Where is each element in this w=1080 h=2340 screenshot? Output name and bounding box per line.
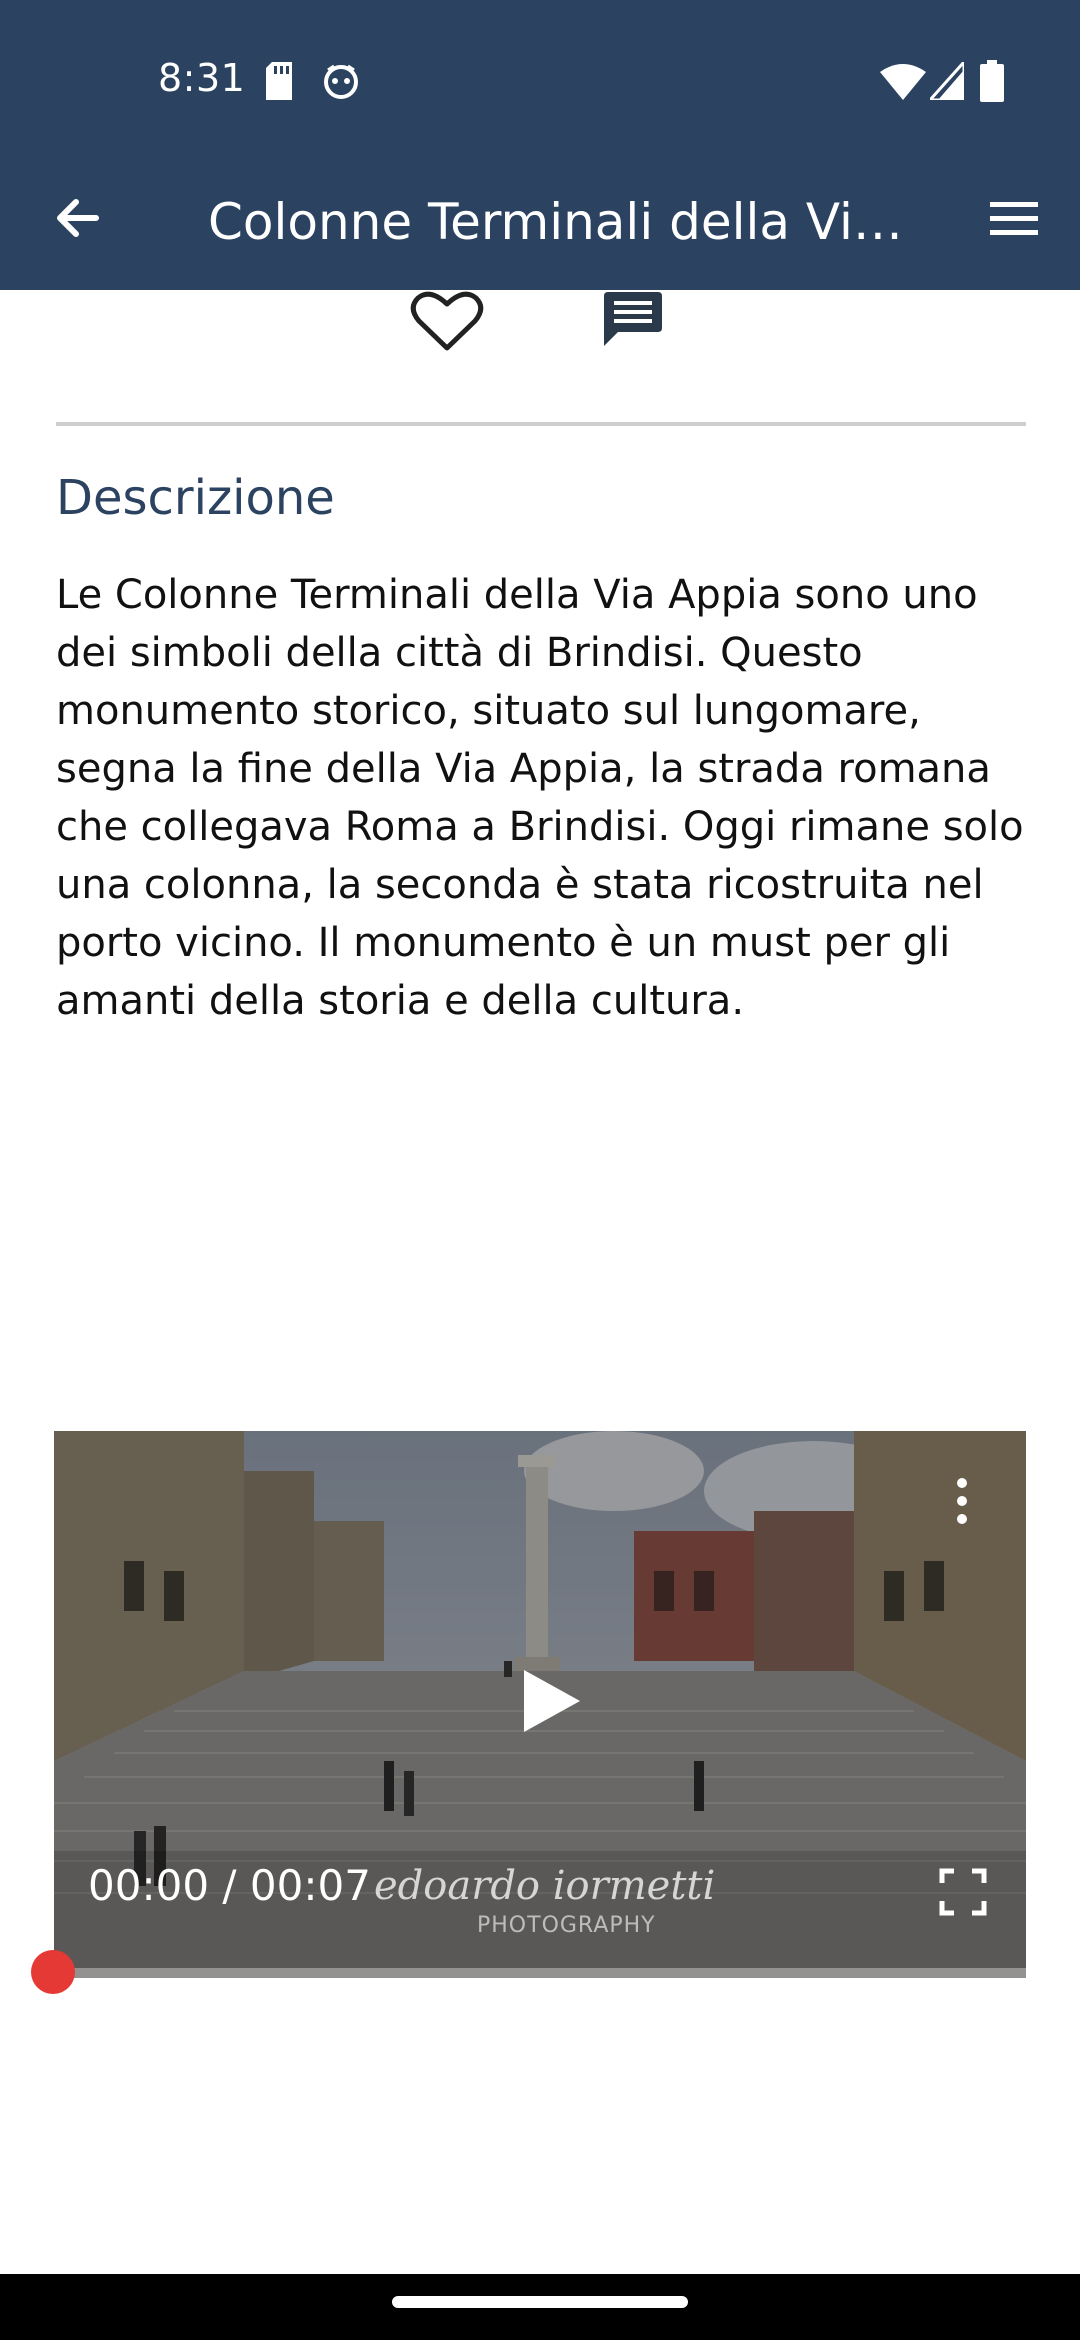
hamburger-menu-icon[interactable] [984,188,1044,248]
wifi-icon [880,64,926,100]
video-progress-bar[interactable] [54,1968,1026,1978]
system-nav-bar [0,2274,1080,2340]
battery-icon [980,60,1004,102]
sd-card-icon [266,62,292,100]
video-player[interactable]: 00:00 / 00:07 edoardo iormetti PHOTOGRAP… [54,1431,1026,1978]
more-vert-icon[interactable] [950,1471,974,1531]
divider [56,422,1026,426]
watermark-subtitle: PHOTOGRAPHY [477,1913,656,1938]
page-title: Colonne Terminali della Via Appia [208,193,908,251]
action-row [0,290,1080,352]
home-gesture-handle[interactable] [392,2296,688,2308]
play-icon[interactable] [514,1666,584,1736]
arrow-back-icon[interactable] [48,188,108,248]
status-time: 8:31 [158,56,246,100]
signal-icon [930,62,964,100]
app-bar: Colonne Terminali della Via Appia [0,164,1080,290]
section-title: Descrizione [56,470,335,526]
video-time-display: 00:00 / 00:07 [88,1861,371,1910]
description-text: Le Colonne Terminali della Via Appia son… [56,572,1024,1024]
heart-outline-icon[interactable] [410,290,484,352]
status-bar: 8:31 [0,0,1080,164]
fullscreen-icon[interactable] [938,1867,988,1917]
face-icon [324,64,358,99]
video-scrubber-handle[interactable] [31,1950,75,1994]
watermark-logo: edoardo iormetti [374,1863,716,1909]
comment-icon[interactable] [602,290,664,346]
